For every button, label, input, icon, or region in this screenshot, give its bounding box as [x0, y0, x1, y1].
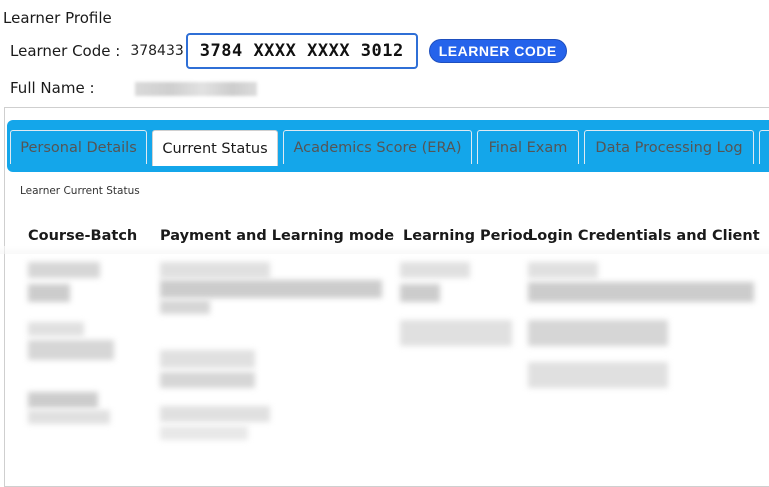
redacted-cell [528, 262, 598, 278]
column-header-payment-mode: Payment and Learning mode [160, 228, 395, 244]
redacted-cell [28, 392, 98, 408]
learner-code-masked: 3784 XXXX XXXX 3012 [185, 33, 418, 69]
redacted-cell [28, 322, 84, 336]
column-header-course-batch: Course-Batch [28, 228, 138, 244]
column-header-learning-period: Learning Period [403, 228, 533, 244]
redacted-cell [160, 372, 255, 388]
redacted-cell [28, 340, 114, 360]
redacted-cell [400, 284, 440, 302]
column-header-login-credentials: Login Credentials and Client [528, 228, 760, 244]
redacted-cell [160, 350, 255, 368]
full-name-value-redacted [135, 82, 257, 96]
redacted-cell [28, 410, 110, 424]
full-name-label: Full Name : [10, 79, 95, 97]
tab-current-status[interactable]: Current Status [152, 130, 278, 166]
redacted-cell [160, 426, 248, 440]
redacted-cell [28, 262, 100, 278]
redacted-cell [528, 320, 668, 346]
learner-code-row: Learner Code : 378433 3784 XXXX XXXX 301… [10, 33, 566, 69]
redacted-cell [28, 284, 70, 302]
redacted-cell [528, 282, 754, 302]
tab-overflow[interactable] [759, 130, 769, 164]
content-divider [0, 246, 769, 254]
redacted-cell [160, 280, 382, 298]
learner-code-label: Learner Code : [10, 42, 121, 60]
redacted-cell [528, 362, 668, 388]
redacted-cell [400, 262, 470, 278]
tab-final-exam[interactable]: Final Exam [477, 130, 579, 164]
learner-code-badge: LEARNER CODE [429, 40, 566, 62]
redacted-cell [160, 406, 270, 422]
tab-bar: Personal Details Current Status Academic… [7, 120, 769, 172]
page-title: Learner Profile [3, 9, 112, 27]
redacted-cell [400, 320, 512, 346]
learner-code-prefix: 378433 [130, 43, 184, 59]
panel-subtitle: Learner Current Status [20, 185, 140, 197]
tab-data-processing-log[interactable]: Data Processing Log [584, 130, 754, 164]
redacted-cell [160, 262, 270, 278]
tab-academics-score[interactable]: Academics Score (ERA) [283, 130, 472, 164]
full-name-row: Full Name : [10, 76, 95, 100]
tab-personal-details[interactable]: Personal Details [10, 130, 147, 164]
redacted-cell [160, 300, 210, 314]
